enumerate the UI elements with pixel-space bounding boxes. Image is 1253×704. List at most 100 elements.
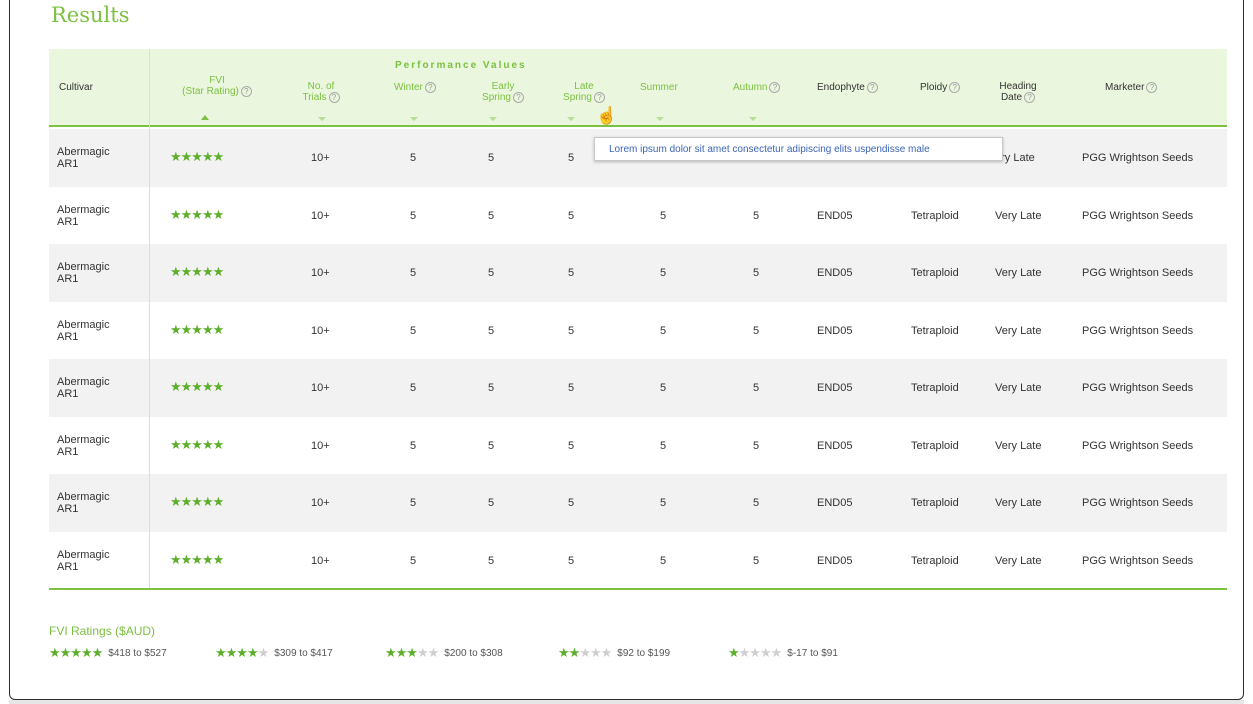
sort-down-icon[interactable] — [318, 117, 326, 121]
table-row[interactable]: Abermagic AR1 ★★★★★ 10+ 5 5 5 5 5 END05 Tetraploid… — [49, 532, 1227, 590]
table-row[interactable]: Abermagic AR1 ★★★★★ 10+ 5 5 5 5 5 END05 Tetraploid… — [49, 244, 1227, 302]
heading-date-cell: Very Late — [995, 209, 1042, 222]
header-cultivar[interactable]: Cultivar — [59, 82, 93, 93]
marketer-cell: PGG Wrightson Seeds — [1082, 209, 1194, 222]
legend-item: ★★★★★ $-17 to $91 — [728, 645, 838, 661]
legend-range: $-17 to $91 — [787, 648, 838, 659]
late-spring-cell: 5 — [568, 152, 575, 164]
help-circle-icon[interactable]: ? — [593, 92, 605, 103]
sort-down-icon[interactable] — [749, 117, 757, 121]
header-winter[interactable]: Winter? — [394, 82, 436, 93]
empty-star-icon: ★★★ — [579, 645, 612, 660]
trials-cell: 10+ — [311, 209, 330, 222]
fvi-stars: ★★★★★ — [170, 551, 224, 567]
early-spring-cell: 5 — [488, 554, 495, 567]
cultivar-cell: Abermagic AR1 — [57, 203, 110, 228]
endophyte-cell: END05 — [817, 209, 853, 222]
empty-star-icon: ★ — [257, 645, 270, 660]
table-row[interactable]: Abermagic AR1 ★★★★★ 10+ 5 5 5 5 5 END05 Tetraploid… — [49, 474, 1227, 532]
early-spring-cell: 5 — [488, 209, 495, 222]
winter-cell: 5 — [410, 497, 417, 509]
header-trials[interactable]: No. of Trials? — [296, 81, 346, 103]
table-row[interactable]: Abermagic AR1 ★★★★★ 10+ 5 5 5 5 5 END05 Tetraploid… — [49, 359, 1227, 417]
ploidy-cell: Tetraploid — [911, 382, 959, 394]
legend-range: $418 to $527 — [108, 648, 167, 659]
early-spring-cell: 5 — [488, 382, 495, 394]
ploidy-cell: Tetraploid — [911, 439, 959, 452]
sort-down-icon[interactable] — [410, 117, 418, 121]
cultivar-cell: Abermagic AR1 — [57, 146, 110, 170]
summer-cell: 5 — [660, 497, 667, 509]
legend-item: ★★★★★ $418 to $527 — [49, 645, 167, 661]
early-spring-cell: 5 — [488, 152, 495, 164]
legend-range: $309 to $417 — [274, 648, 333, 659]
header-late-spring[interactable]: Late Spring? — [553, 81, 615, 103]
cultivar-cell: Abermagic AR1 — [57, 318, 110, 343]
help-circle-icon[interactable]: ? — [866, 82, 878, 93]
marketer-cell: PGG Wrightson Seeds — [1082, 554, 1194, 567]
marketer-cell: PGG Wrightson Seeds — [1082, 267, 1194, 279]
trials-cell: 10+ — [311, 554, 330, 567]
fvi-stars: ★★★★★ — [170, 494, 224, 509]
star-rating-icon: ★★ — [558, 645, 580, 660]
star-rating-icon: ★★★★ — [215, 645, 259, 660]
table-row[interactable]: Abermagic AR1 ★★★★★ 10+ 5 5 5 5 5 END05 Tetraploid… — [49, 302, 1227, 360]
table-row[interactable]: Abermagic AR1 ★★★★★ 10+ 5 5 5 5 5 END05 Tetraploid… — [49, 187, 1227, 245]
endophyte-cell: END05 — [817, 439, 853, 452]
empty-star-icon: ★★★★ — [738, 645, 783, 660]
summer-cell: 5 — [660, 382, 667, 394]
autumn-cell: 5 — [753, 497, 760, 509]
star-rating-icon: ★★★ — [385, 645, 418, 660]
help-circle-icon[interactable]: ? — [769, 82, 781, 93]
endophyte-cell: END05 — [817, 497, 853, 509]
marketer-cell: PGG Wrightson Seeds — [1082, 497, 1194, 509]
cultivar-cell: Abermagic AR1 — [57, 261, 110, 285]
late-spring-cell: 5 — [568, 439, 575, 452]
fvi-stars: ★★★★★ — [170, 321, 224, 337]
autumn-cell: 5 — [753, 439, 760, 452]
help-circle-icon[interactable]: ? — [240, 86, 252, 97]
trials-cell: 10+ — [311, 152, 330, 164]
endophyte-cell: END05 — [817, 324, 853, 337]
star-rating-icon: ★ — [728, 645, 740, 660]
winter-cell: 5 — [410, 382, 417, 394]
fvi-stars: ★★★★★ — [170, 264, 224, 279]
help-circle-icon[interactable]: ? — [1024, 92, 1036, 103]
winter-cell: 5 — [410, 324, 417, 337]
help-circle-icon[interactable]: ? — [328, 92, 340, 103]
panel-shadow — [9, 700, 1244, 704]
header-early-spring[interactable]: Early Spring? — [472, 81, 534, 103]
header-autumn[interactable]: Autumn? — [733, 82, 781, 93]
header-marketer[interactable]: Marketer? — [1105, 82, 1158, 93]
ploidy-cell: Tetraploid — [911, 209, 959, 222]
heading-date-cell: Very Late — [995, 439, 1042, 452]
winter-cell: 5 — [410, 209, 417, 222]
marketer-cell: PGG Wrightson Seeds — [1082, 324, 1194, 337]
legend-item: ★★★★★ $92 to $199 — [558, 645, 670, 661]
late-spring-cell: 5 — [568, 554, 575, 567]
header-endophyte[interactable]: Endophyte? — [817, 82, 878, 93]
help-circle-icon[interactable]: ? — [512, 92, 524, 103]
sort-down-icon[interactable] — [656, 117, 664, 121]
header-heading-date[interactable]: Heading Date? — [993, 81, 1043, 103]
sort-down-icon[interactable] — [567, 117, 575, 121]
fvi-stars: ★★★★★ — [170, 436, 224, 452]
help-circle-icon[interactable]: ? — [424, 82, 436, 93]
help-circle-icon[interactable]: ? — [949, 82, 961, 93]
ploidy-cell: Tetraploid — [911, 497, 959, 509]
header-summer[interactable]: Summer — [640, 82, 678, 93]
marketer-cell: PGG Wrightson Seeds — [1082, 439, 1194, 452]
sort-up-icon[interactable] — [201, 115, 209, 120]
header-ploidy[interactable]: Ploidy? — [920, 82, 961, 93]
endophyte-cell: END05 — [817, 267, 853, 279]
table-row[interactable]: Abermagic AR1 ★★★★★ 10+ 5 5 5 5 5 END05 Tetraploid… — [49, 417, 1227, 475]
cultivar-cell: Abermagic AR1 — [57, 376, 110, 400]
sort-down-icon[interactable] — [489, 117, 497, 121]
hand-pointer-icon: ☝ — [596, 106, 618, 125]
header-fvi[interactable]: FVI (Star Rating)? — [172, 75, 262, 97]
endophyte-cell: END05 — [817, 554, 853, 567]
page-title: Results — [51, 3, 130, 27]
help-circle-icon[interactable]: ? — [1146, 82, 1158, 93]
summer-cell: 5 — [660, 209, 667, 222]
legend-range: $92 to $199 — [617, 648, 671, 659]
